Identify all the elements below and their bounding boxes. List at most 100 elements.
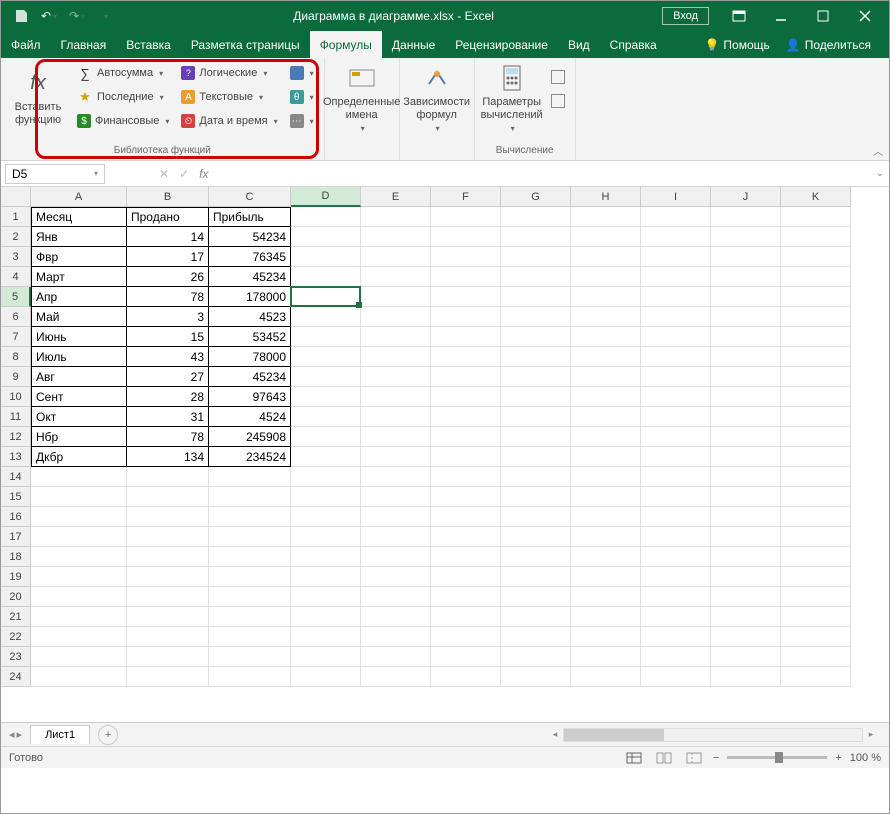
cell[interactable] (711, 347, 781, 367)
cell[interactable] (209, 627, 291, 647)
cell[interactable] (501, 427, 571, 447)
row-header[interactable]: 18 (1, 547, 31, 567)
cell[interactable] (781, 527, 851, 547)
cell[interactable] (291, 227, 361, 247)
cell[interactable] (571, 327, 641, 347)
cell[interactable] (781, 227, 851, 247)
cell[interactable] (781, 427, 851, 447)
cell[interactable]: Июль (31, 347, 127, 367)
cell[interactable] (571, 467, 641, 487)
cell[interactable]: Авг (31, 367, 127, 387)
cell[interactable] (361, 567, 431, 587)
cell[interactable]: 26 (127, 267, 209, 287)
cell[interactable] (31, 467, 127, 487)
save-icon[interactable] (9, 4, 33, 28)
zoom-in-button[interactable]: + (835, 752, 841, 764)
cell[interactable] (127, 667, 209, 687)
cell[interactable]: 4524 (209, 407, 291, 427)
cell[interactable] (361, 627, 431, 647)
cell[interactable] (781, 267, 851, 287)
cell[interactable] (209, 507, 291, 527)
cell[interactable] (571, 487, 641, 507)
cell[interactable]: Сент (31, 387, 127, 407)
cell[interactable]: 27 (127, 367, 209, 387)
col-header[interactable]: F (431, 187, 501, 207)
row-header[interactable]: 8 (1, 347, 31, 367)
cell[interactable] (571, 507, 641, 527)
cell[interactable] (711, 467, 781, 487)
sheet-tab[interactable]: Лист1 (30, 725, 90, 744)
cell[interactable] (501, 207, 571, 227)
undo-icon[interactable]: ↶▾ (37, 4, 61, 28)
row-headers[interactable]: 123456789101112131415161718192021222324 (1, 207, 31, 687)
page-layout-view-icon[interactable] (653, 749, 675, 767)
tab-справка[interactable]: Справка (600, 31, 667, 58)
cell[interactable] (571, 587, 641, 607)
cell[interactable] (291, 587, 361, 607)
cell[interactable] (431, 207, 501, 227)
cell[interactable] (361, 527, 431, 547)
cell[interactable] (781, 647, 851, 667)
cell[interactable] (641, 427, 711, 447)
cell[interactable] (781, 247, 851, 267)
calc-now-button[interactable] (547, 66, 569, 88)
horizontal-scrollbar[interactable] (563, 728, 863, 742)
cell[interactable] (209, 587, 291, 607)
cell[interactable] (361, 487, 431, 507)
zoom-level[interactable]: 100 % (850, 752, 881, 764)
cell[interactable] (291, 647, 361, 667)
cell[interactable] (431, 487, 501, 507)
cell[interactable] (431, 307, 501, 327)
cell[interactable] (127, 507, 209, 527)
cell[interactable] (209, 647, 291, 667)
cell[interactable] (31, 567, 127, 587)
cell[interactable] (127, 647, 209, 667)
cell[interactable] (31, 667, 127, 687)
ribbon-display-icon[interactable] (719, 1, 759, 31)
cell[interactable] (291, 607, 361, 627)
tab-главная[interactable]: Главная (51, 31, 117, 58)
cell[interactable] (209, 467, 291, 487)
cell[interactable] (361, 267, 431, 287)
cell[interactable] (361, 547, 431, 567)
col-header[interactable]: B (127, 187, 209, 207)
cell[interactable]: Янв (31, 227, 127, 247)
cell[interactable] (571, 247, 641, 267)
cell[interactable] (641, 407, 711, 427)
cell[interactable] (431, 607, 501, 627)
cell[interactable] (431, 347, 501, 367)
cell[interactable] (431, 287, 501, 307)
cancel-formula-icon[interactable]: ✕ (159, 167, 169, 181)
cell[interactable]: 28 (127, 387, 209, 407)
cell[interactable] (711, 207, 781, 227)
row-header[interactable]: 10 (1, 387, 31, 407)
page-break-view-icon[interactable] (683, 749, 705, 767)
cell[interactable] (711, 267, 781, 287)
row-header[interactable]: 24 (1, 667, 31, 687)
cell[interactable] (781, 507, 851, 527)
cell[interactable]: Дкбр (31, 447, 127, 467)
row-header[interactable]: 6 (1, 307, 31, 327)
cell[interactable] (781, 367, 851, 387)
formula-input[interactable] (222, 172, 871, 176)
cell[interactable] (781, 307, 851, 327)
cell[interactable] (571, 647, 641, 667)
cell[interactable] (291, 267, 361, 287)
scroll-left-icon[interactable]: ◂ (547, 729, 563, 740)
row-header[interactable]: 15 (1, 487, 31, 507)
cell[interactable] (501, 227, 571, 247)
cell[interactable] (711, 507, 781, 527)
cell[interactable] (641, 567, 711, 587)
cell[interactable] (711, 227, 781, 247)
row-header[interactable]: 13 (1, 447, 31, 467)
cell[interactable] (361, 287, 431, 307)
cell[interactable] (641, 207, 711, 227)
cell[interactable] (571, 407, 641, 427)
cell[interactable]: 76345 (209, 247, 291, 267)
cell[interactable] (711, 327, 781, 347)
row-header[interactable]: 1 (1, 207, 31, 227)
cell[interactable] (501, 607, 571, 627)
cell[interactable] (711, 607, 781, 627)
row-header[interactable]: 2 (1, 227, 31, 247)
tab-данные[interactable]: Данные (382, 31, 445, 58)
